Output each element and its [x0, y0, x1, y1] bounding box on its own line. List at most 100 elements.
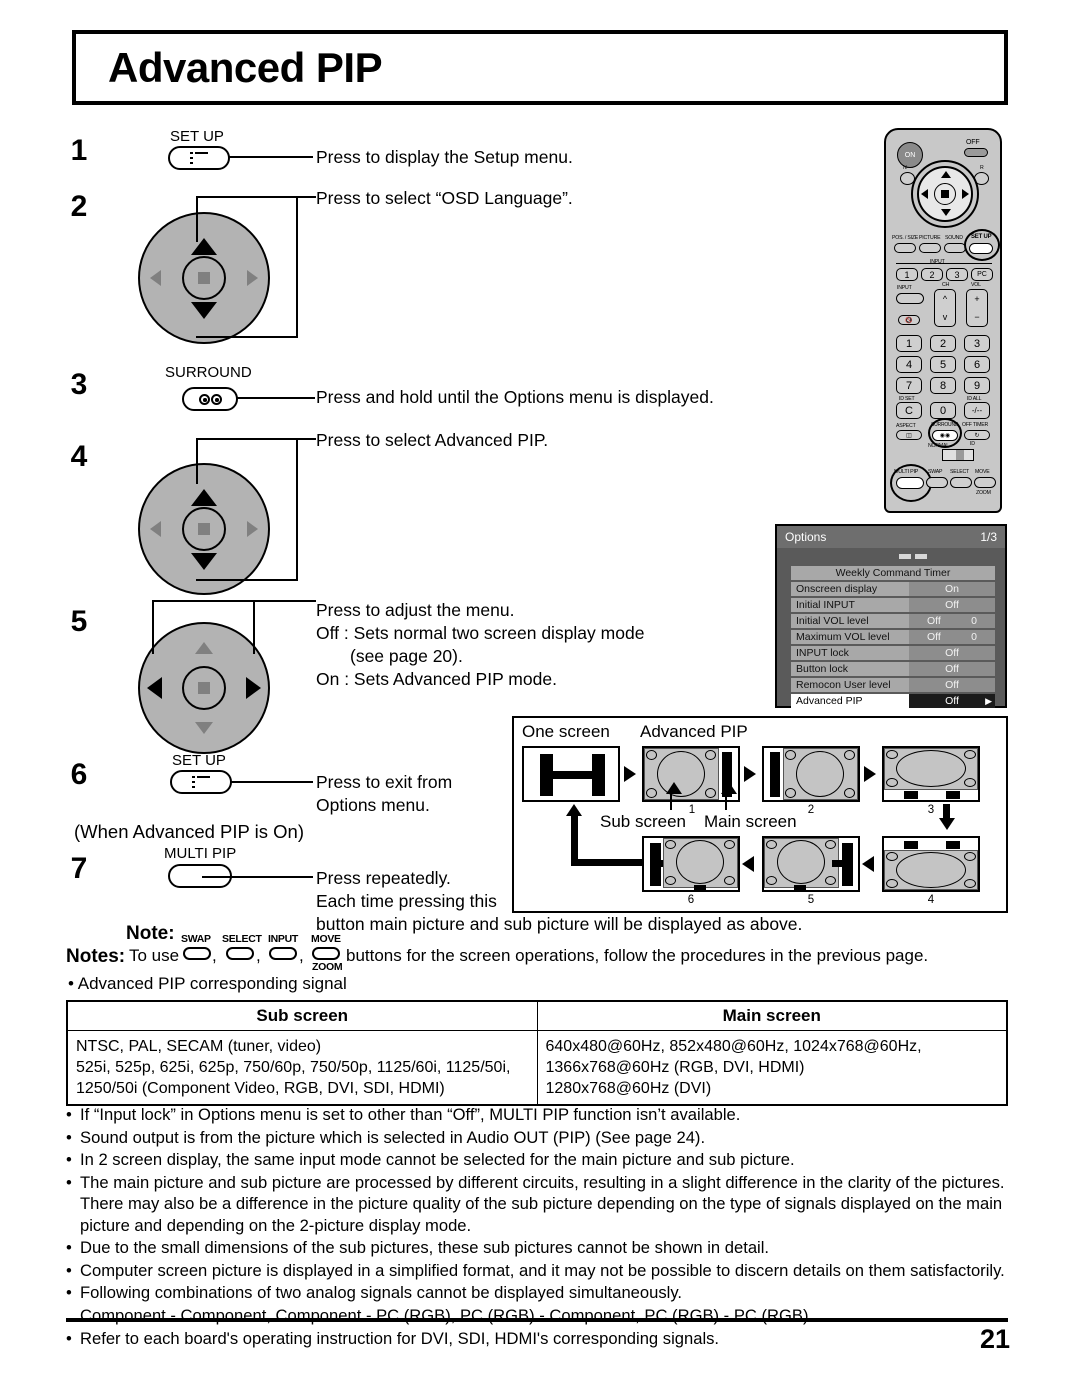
mini-move-button[interactable]	[312, 947, 340, 960]
page-number: 21	[979, 1324, 1010, 1354]
power-on-label: ON	[904, 151, 916, 159]
step2-leader-bottom	[196, 336, 298, 339]
input-button[interactable]	[896, 293, 924, 304]
aspect-button[interactable]: ◫	[896, 430, 922, 440]
screen-flow-diagram: One screen Advanced PIP 1 2 3 Sub screen…	[512, 716, 1008, 913]
remote-multi-pip-button[interactable]	[896, 477, 924, 489]
joystick-dial-4[interactable]	[138, 463, 270, 595]
power-off-button[interactable]	[964, 148, 988, 157]
input-3-button[interactable]: 3	[946, 268, 968, 281]
num-7-button[interactable]: 7	[896, 377, 922, 394]
surround-icon: ◉◉	[939, 433, 951, 439]
dial-up-arrow-icon	[191, 489, 217, 506]
osd-row-maximum-vol-level[interactable]: Maximum VOL level Off 0	[791, 630, 995, 644]
bullet-dot-icon: •	[66, 1283, 72, 1302]
select-button[interactable]	[950, 477, 972, 488]
num-2-button[interactable]: 2	[930, 335, 956, 352]
osd-row-value: Off	[909, 662, 995, 676]
mute-button[interactable]: 🔇	[898, 315, 920, 325]
num-5-button[interactable]: 5	[930, 356, 956, 373]
main-bar-bottom	[794, 885, 806, 891]
to-use-suffix: buttons for the screen operations, follo…	[346, 946, 929, 965]
num-4-button[interactable]: 4	[896, 356, 922, 373]
step-number-2: 2	[70, 190, 88, 223]
main-bar-left	[904, 841, 918, 849]
step5-leader-left-v	[152, 600, 155, 654]
main-bar-right	[946, 841, 960, 849]
osd-row-label: Maximum VOL level	[791, 630, 909, 644]
select-label: SELECT	[950, 469, 969, 475]
corner-ellipse-icon	[844, 750, 855, 760]
mini-select-button[interactable]	[226, 947, 254, 960]
flow-arrow-2	[744, 766, 756, 782]
off-timer-button[interactable]: ↻	[964, 430, 990, 440]
step6-text-0: Press to exit from	[316, 772, 453, 792]
ch-rocker-button[interactable]: ^ v	[934, 289, 956, 327]
pos-size-button[interactable]	[894, 243, 916, 253]
sound-label: SOUND	[945, 235, 963, 241]
corner-ellipse-icon	[844, 788, 855, 798]
osd-row-button-lock[interactable]: Button lock Off	[791, 662, 995, 676]
input-pc-button[interactable]: PC	[971, 268, 993, 281]
comma-3: ,	[299, 946, 304, 965]
bullet-dot-icon: •	[66, 1105, 72, 1124]
page-title-box: Advanced PIP	[72, 30, 1008, 105]
normal-id-switch[interactable]	[942, 449, 974, 461]
joystick-dial-5[interactable]	[138, 622, 270, 754]
remote-surround-button[interactable]: ◉◉	[932, 430, 958, 441]
osd-row-weekly-command-timer[interactable]: Weekly Command Timer	[791, 566, 995, 580]
step2-text-0: Press to select “OSD Language”.	[316, 188, 573, 208]
corner-ellipse-icon	[964, 750, 976, 759]
setup-button-2[interactable]	[170, 770, 232, 794]
osd-row-value: Off	[909, 646, 995, 660]
joystick-dial-2[interactable]	[138, 212, 270, 344]
num-0-button[interactable]: 0	[930, 402, 956, 419]
sound-button[interactable]	[944, 243, 966, 253]
mini-input-button[interactable]	[269, 947, 297, 960]
osd-row-label: Advanced PIP	[791, 694, 909, 708]
first-bullet: • Advanced PIP corresponding signal	[68, 972, 347, 996]
osd-row-label: Button lock	[791, 662, 909, 676]
power-on-button[interactable]: ON	[897, 142, 923, 168]
input-group-rule	[896, 263, 992, 264]
remote-multi-pip-label: MULTI PIP	[894, 469, 919, 475]
osd-row-input-lock[interactable]: INPUT lock Off	[791, 646, 995, 660]
surround-button[interactable]	[182, 387, 238, 411]
remote-dial-right-icon	[962, 189, 969, 199]
remote-surround-label: SURROUND	[931, 422, 959, 428]
vol-rocker-button[interactable]: + −	[966, 289, 988, 327]
list-item: • In 2 screen display, the same input mo…	[66, 1149, 1012, 1171]
osd-page-indicator: 1/3	[980, 530, 997, 544]
condition-label: (When Advanced PIP is On)	[74, 821, 304, 842]
osd-row-remocon-user-level[interactable]: Remocon User level Off	[791, 678, 995, 692]
move-button[interactable]	[974, 477, 996, 488]
num-9-button[interactable]: 9	[964, 377, 990, 394]
setup-button-1[interactable]	[168, 146, 230, 170]
num-3-button[interactable]: 3	[964, 335, 990, 352]
step-number-7: 7	[70, 852, 88, 885]
step-number-3: 3	[70, 368, 88, 401]
osd-row-initial-vol-level[interactable]: Initial VOL level Off 0	[791, 614, 995, 628]
swap-button[interactable]	[926, 477, 948, 488]
step2-leader-left-v	[196, 196, 199, 242]
mini-swap-button[interactable]	[183, 947, 211, 960]
zoom-label: ZOOM	[976, 490, 991, 496]
num-dash-button[interactable]: -/--	[964, 402, 990, 419]
bullet-dot-icon: •	[66, 1329, 72, 1348]
dial-down-arrow-icon	[195, 722, 213, 734]
input-2-button[interactable]: 2	[921, 268, 943, 281]
osd-row-value: Off 0	[909, 614, 995, 628]
bullet-dot-icon: •	[66, 1172, 72, 1192]
bullet-text: Following combinations of two analog sig…	[80, 1283, 683, 1302]
num-c-button[interactable]: C	[896, 402, 922, 419]
osd-row-onscreen-display[interactable]: Onscreen display On	[791, 582, 995, 596]
num-6-button[interactable]: 6	[964, 356, 990, 373]
remote-setup-button[interactable]	[969, 243, 993, 254]
picture-button[interactable]	[919, 243, 941, 253]
input-1-button[interactable]: 1	[896, 268, 918, 281]
osd-row-advanced-pip[interactable]: Advanced PIP Off ▶	[791, 694, 995, 708]
step4-text-0: Press to select Advanced PIP.	[316, 430, 549, 450]
osd-row-initial-input[interactable]: Initial INPUT Off	[791, 598, 995, 612]
num-8-button[interactable]: 8	[930, 377, 956, 394]
num-1-button[interactable]: 1	[896, 335, 922, 352]
